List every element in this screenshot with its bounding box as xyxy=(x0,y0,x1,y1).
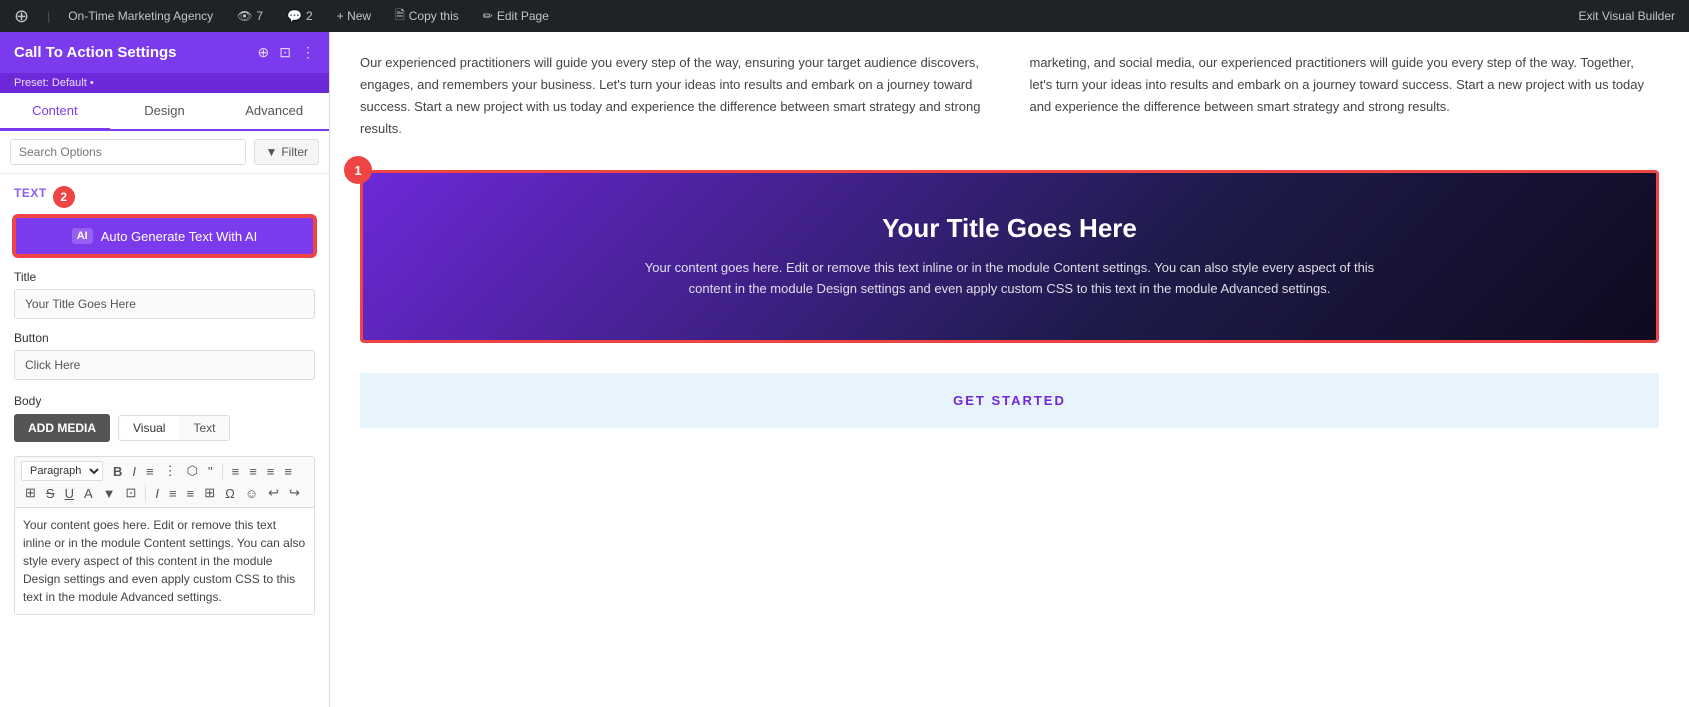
visual-text-tabs: Visual Text xyxy=(118,415,230,441)
align-left-button[interactable]: ≡ xyxy=(228,462,244,481)
get-started-section: GET STARTED xyxy=(360,373,1659,428)
emoji-button[interactable]: ☺ xyxy=(241,484,262,503)
tabs-row: Content Design Advanced xyxy=(0,93,329,131)
omega-button[interactable]: Ω xyxy=(221,484,239,503)
cta-body: Your content goes here. Edit or remove t… xyxy=(630,258,1390,300)
text-section-header: Text 2 xyxy=(14,186,315,208)
table-button[interactable]: ⊞ xyxy=(21,483,40,503)
indent-button[interactable]: ≡ xyxy=(165,484,181,503)
text-col-1-paragraph: Our experienced practitioners will guide… xyxy=(360,52,990,140)
page-content: Our experienced practitioners will guide… xyxy=(330,32,1689,448)
bold-button[interactable]: B xyxy=(109,462,126,481)
cta-wrapper: 1 Your Title Goes Here Your content goes… xyxy=(360,170,1659,343)
text-col-1: Our experienced practitioners will guide… xyxy=(360,52,990,140)
panel-header: Call To Action Settings ⊕ ⊡ ⋮ xyxy=(0,32,329,73)
get-started-label: GET STARTED xyxy=(390,393,1629,408)
button-input[interactable] xyxy=(14,350,315,380)
body-section-label: Body xyxy=(14,394,315,408)
eye-count[interactable]: 👁 7 xyxy=(231,0,269,32)
editor-toolbar: Paragraph B I ≡ ⋮ ⬡ " ≡ ≡ ≡ ≡ ⊞ S U A ▼ … xyxy=(14,456,315,508)
text-col-2-paragraph: marketing, and social media, our experie… xyxy=(1030,52,1660,118)
body-toolbar-top: ADD MEDIA Visual Text xyxy=(14,414,315,450)
panel-title: Call To Action Settings xyxy=(14,44,177,61)
color-button[interactable]: A xyxy=(80,484,97,503)
title-field-label: Title xyxy=(14,270,315,284)
filter-button[interactable]: ▼ Filter xyxy=(254,139,319,165)
search-row: ▼ Filter xyxy=(0,131,329,174)
tab-content[interactable]: Content xyxy=(0,93,110,131)
text-columns: Our experienced practitioners will guide… xyxy=(360,52,1659,140)
search-input[interactable] xyxy=(10,139,246,165)
button-field-label: Button xyxy=(14,331,315,345)
site-name-link[interactable]: On-Time Marketing Agency xyxy=(62,0,219,32)
body-editor[interactable]: Your content goes here. Edit or remove t… xyxy=(14,508,315,615)
redo-button[interactable]: ↪ xyxy=(285,483,304,503)
visual-tab[interactable]: Visual xyxy=(119,416,179,440)
panel-icon-menu[interactable]: ⋮ xyxy=(301,44,315,61)
align-right-button[interactable]: ≡ xyxy=(263,462,279,481)
align-center-button[interactable]: ≡ xyxy=(245,462,261,481)
undo-button[interactable]: ↩ xyxy=(264,483,283,503)
italic-button[interactable]: I xyxy=(128,462,140,481)
wp-logo-icon[interactable]: ⊕ xyxy=(8,0,35,32)
panel-header-icons: ⊕ ⊡ ⋮ xyxy=(258,44,315,61)
strikethrough-button[interactable]: S xyxy=(42,484,59,503)
panel-icon-target[interactable]: ⊕ xyxy=(258,44,270,61)
align-justify-button[interactable]: ≡ xyxy=(280,462,296,481)
main-layout: Call To Action Settings ⊕ ⊡ ⋮ Preset: De… xyxy=(0,32,1689,707)
ol-button[interactable]: ⋮ xyxy=(160,461,181,481)
tab-design[interactable]: Design xyxy=(110,93,220,131)
underline-button[interactable]: U xyxy=(61,484,78,503)
filter-icon: ▼ xyxy=(265,145,277,159)
link-button[interactable]: ⬡ xyxy=(183,461,202,481)
ai-generate-button[interactable]: AI Auto Generate Text With AI xyxy=(14,216,315,256)
text-col-2: marketing, and social media, our experie… xyxy=(1030,52,1660,140)
paragraph-select[interactable]: Paragraph xyxy=(21,461,103,481)
text-badge: 2 xyxy=(53,186,75,208)
preset-row: Preset: Default • xyxy=(0,73,329,93)
italic2-button[interactable]: I xyxy=(151,484,163,503)
toolbar-divider-1 xyxy=(222,463,223,479)
admin-bar: ⊕ | On-Time Marketing Agency 👁 7 💬 2 + N… xyxy=(0,0,1689,32)
edit-page-button[interactable]: ✏ Edit Page xyxy=(477,0,555,32)
tab-advanced[interactable]: Advanced xyxy=(219,93,329,131)
ul-button[interactable]: ≡ xyxy=(142,462,158,481)
fullscreen-button[interactable]: ⊞ xyxy=(200,483,219,503)
special-button[interactable]: ⊡ xyxy=(122,483,141,503)
exit-visual-builder-button[interactable]: Exit Visual Builder xyxy=(1573,0,1682,32)
add-media-button[interactable]: ADD MEDIA xyxy=(14,414,110,442)
text-tab[interactable]: Text xyxy=(179,416,229,440)
right-content: Our experienced practitioners will guide… xyxy=(330,32,1689,707)
title-input[interactable] xyxy=(14,289,315,319)
cta-box[interactable]: Your Title Goes Here Your content goes h… xyxy=(360,170,1659,343)
comment-count[interactable]: 💬 2 xyxy=(281,0,319,32)
panel-icon-expand[interactable]: ⊡ xyxy=(279,44,291,61)
text-section-label: Text xyxy=(14,186,47,200)
panel-body: Text 2 AI Auto Generate Text With AI Tit… xyxy=(0,174,329,707)
copy-button[interactable]: 🗎 Copy this xyxy=(389,0,465,32)
left-panel: Call To Action Settings ⊕ ⊡ ⋮ Preset: De… xyxy=(0,32,330,707)
cta-title: Your Title Goes Here xyxy=(423,213,1596,244)
ai-icon: AI xyxy=(72,228,93,244)
new-button[interactable]: + New xyxy=(331,0,377,32)
quote-button[interactable]: " xyxy=(204,462,217,481)
cta-inner: Your Title Goes Here Your content goes h… xyxy=(363,173,1656,340)
outdent-button[interactable]: ≡ xyxy=(183,484,199,503)
more-button[interactable]: ▼ xyxy=(99,484,120,503)
toolbar-divider-2 xyxy=(145,485,146,501)
